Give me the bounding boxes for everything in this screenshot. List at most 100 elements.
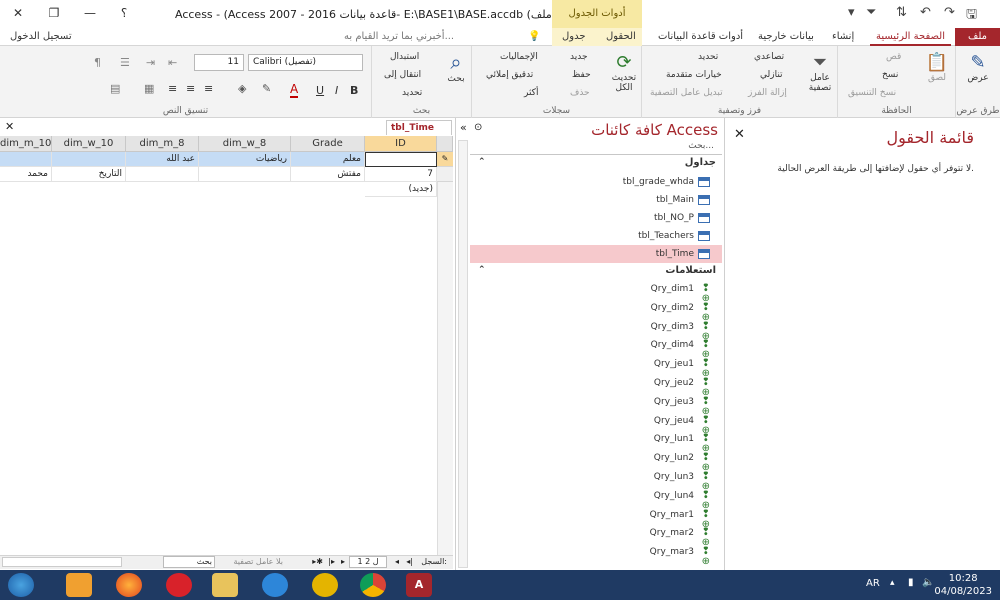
table-cell[interactable] <box>0 152 52 167</box>
goto-button[interactable]: انتقال إلى <box>384 70 421 80</box>
nav-item-query[interactable]: Qry_lun4 ❢⊕ <box>470 487 722 510</box>
redo-icon[interactable]: ↷ <box>944 5 955 20</box>
collapse-nav-icon[interactable]: « <box>460 121 467 134</box>
nav-item-query[interactable]: Qry_dim2 ❢⊕ <box>470 299 722 322</box>
tab-dbtools[interactable]: أدوات قاعدة البيانات <box>652 28 749 46</box>
underline-button[interactable]: U <box>316 84 324 97</box>
replace-button[interactable]: استبدال <box>390 52 419 62</box>
tab-create[interactable]: إنشاء <box>826 28 860 46</box>
last-record-button[interactable]: |▸ <box>328 557 335 566</box>
nav-item-query[interactable]: Qry_dim3 ❢⊕ <box>470 318 722 341</box>
tab-fields[interactable]: الحقول <box>600 28 642 46</box>
network-icon[interactable]: ▮ <box>908 577 914 588</box>
nav-item-query[interactable]: Qry_lun2 ❢⊕ <box>470 449 722 473</box>
internet-explorer-icon[interactable] <box>262 573 288 597</box>
vpn-icon[interactable] <box>312 573 338 597</box>
chrome-icon[interactable] <box>360 573 386 597</box>
nav-menu-icon[interactable]: ⊙ <box>474 122 482 133</box>
table-cell[interactable]: رياضيات <box>199 152 291 167</box>
object-tab[interactable]: tbl_Time <box>386 120 452 135</box>
nav-search-input[interactable]: بحث... <box>470 141 722 155</box>
signin-link[interactable]: تسجيل الدخول <box>4 28 78 46</box>
bold-button[interactable]: B <box>350 84 358 97</box>
select-all-corner[interactable] <box>437 136 453 152</box>
delete-record-button[interactable]: حذف <box>570 88 590 98</box>
table-cell[interactable] <box>126 167 199 182</box>
chevron-up-icon[interactable]: ⌃ <box>478 157 486 167</box>
opera-icon[interactable] <box>166 573 192 597</box>
alt-row-color-icon[interactable]: ▤ <box>110 82 120 95</box>
rtl-icon[interactable]: ¶ <box>94 56 101 69</box>
new-record-button[interactable]: جديد <box>570 52 588 62</box>
more-button[interactable]: أكثر <box>524 88 538 98</box>
nav-item-query[interactable]: Qry_mar1 ❢⊕ <box>470 506 722 529</box>
nav-item-query[interactable]: Qry_jeu4 ❢⊕ <box>470 412 722 435</box>
close-window-button[interactable]: ✕ <box>6 4 30 22</box>
outdent-icon[interactable]: ⇤ <box>168 56 177 69</box>
spelling-button[interactable]: تدقيق إملائي <box>486 70 533 80</box>
filter-icon[interactable]: ⏷ <box>866 5 876 20</box>
close-object-icon[interactable]: ✕ <box>5 120 14 133</box>
nav-item-query[interactable]: Qry_dim1 ❢⊕ <box>470 280 722 304</box>
nav-item-query[interactable]: Qry_jeu1 ❢⊕ <box>470 355 722 379</box>
save-icon[interactable]: 🖫 <box>966 5 977 27</box>
start-button-icon[interactable] <box>8 573 34 597</box>
close-pane-icon[interactable]: ✕ <box>734 127 745 142</box>
undo-icon[interactable]: ↶ <box>920 5 931 20</box>
format-painter-button[interactable]: نسخ التنسيق <box>848 88 896 98</box>
nav-group-queries[interactable]: استعلامات ⌃ <box>470 265 722 281</box>
remove-sort-button[interactable]: إزالة الفرز <box>748 88 787 98</box>
cut-button[interactable]: قص <box>886 52 901 62</box>
paste-button[interactable]: 📋 لصق <box>922 52 952 83</box>
nav-item-query[interactable]: Qry_mar3 ❢⊕ <box>470 543 722 567</box>
access-icon[interactable]: A <box>406 573 432 597</box>
volume-icon[interactable]: 🔈 <box>922 577 934 588</box>
table-cell[interactable]: 7 <box>365 167 437 182</box>
list-icon[interactable]: ☰ <box>120 56 130 69</box>
align-right-icon[interactable]: ≡ <box>204 82 213 95</box>
nav-item-query[interactable]: Qry_lun3 ❢⊕ <box>470 468 722 492</box>
datasheet-search-box[interactable]: بحث <box>163 556 215 568</box>
font-name-select[interactable]: Calibri (تفصيل) <box>248 54 363 71</box>
nav-item-query[interactable]: Qry_jeu2 ❢⊕ <box>470 374 722 398</box>
align-left-icon[interactable]: ≡ <box>168 82 177 95</box>
new-row-cell[interactable]: (جديد) <box>365 182 437 197</box>
nav-item-query[interactable]: Qry_lun1 ❢⊕ <box>470 430 722 454</box>
column-header-grade[interactable]: Grade <box>291 136 365 152</box>
tellme-box[interactable]: أخبرني بما تريد القيام به... <box>338 28 460 46</box>
horizontal-scrollbar[interactable] <box>2 557 122 567</box>
nav-group-tables[interactable]: جداول ⌃ <box>470 157 722 173</box>
toggle-filter-button[interactable]: تبديل عامل التصفية <box>650 88 723 98</box>
restore-window-button[interactable]: ❐ <box>42 4 66 22</box>
italic-button[interactable]: I <box>335 84 338 97</box>
nav-scrollbar[interactable] <box>458 140 468 568</box>
tray-arrow-icon[interactable]: ▴ <box>890 578 895 588</box>
vertical-scrollbar[interactable] <box>437 182 453 555</box>
table-cell[interactable] <box>52 152 126 167</box>
nav-item-table[interactable]: tbl_grade_whda <box>470 173 722 191</box>
media-player-icon[interactable] <box>66 573 92 597</box>
indent-icon[interactable]: ⇥ <box>146 56 155 69</box>
table-cell[interactable]: عبد الله <box>126 152 199 167</box>
nav-item-query[interactable]: Qry_jeu3 ❢⊕ <box>470 393 722 416</box>
firefox-icon[interactable] <box>116 573 142 597</box>
qat-customize-icon[interactable]: ▾ <box>848 5 855 20</box>
help-button[interactable]: ؟ <box>112 4 136 22</box>
table-cell[interactable] <box>199 167 291 182</box>
select-button[interactable]: تحديد <box>402 88 422 98</box>
tab-external[interactable]: بيانات خارجية <box>752 28 820 46</box>
table-cell[interactable]: التاريخ <box>52 167 126 182</box>
column-header-dim-m-8[interactable]: dim_m_8 <box>126 136 199 152</box>
fill-color-icon[interactable]: ◈ <box>238 82 246 95</box>
save-record-button[interactable]: حفظ <box>572 70 591 80</box>
tab-file[interactable]: ملف <box>955 28 1000 46</box>
nav-item-table[interactable]: tbl_Main <box>470 191 722 209</box>
chevron-up-icon[interactable]: ⌃ <box>478 265 486 275</box>
nav-item-table[interactable]: tbl_Teachers <box>470 227 722 245</box>
file-explorer-icon[interactable] <box>212 573 238 597</box>
next-record-button[interactable]: ▸ <box>341 557 345 566</box>
record-position-input[interactable]: 1 ل 2 <box>349 556 387 568</box>
gridlines-icon[interactable]: ▦ <box>144 82 154 95</box>
nav-item-table[interactable]: tbl_NO_P <box>470 209 722 227</box>
highlight-icon[interactable]: ✎ <box>262 82 271 95</box>
